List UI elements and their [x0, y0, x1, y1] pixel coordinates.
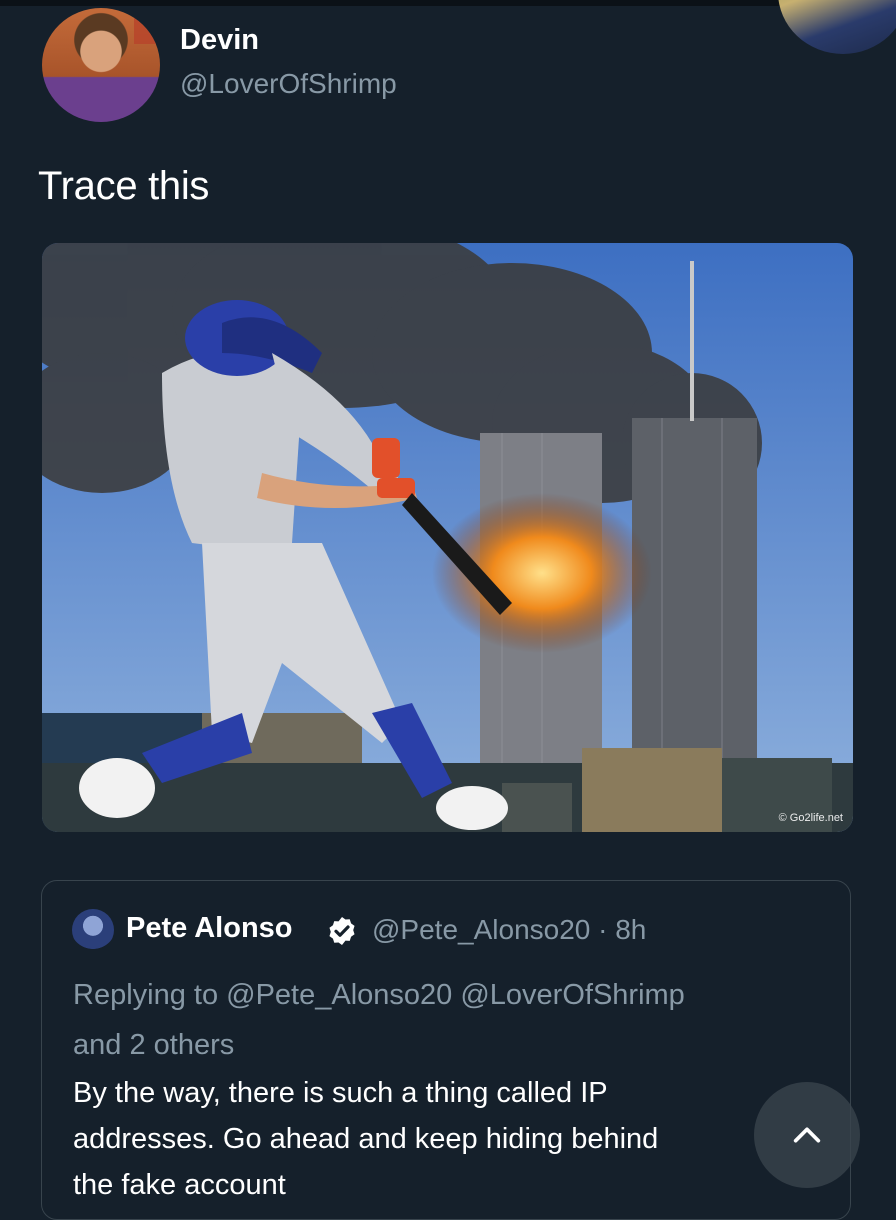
quoted-author-handle-time[interactable]: @Pete_Alonso20 · 8h [372, 914, 646, 946]
image-watermark: © Go2life.net [778, 812, 843, 824]
scroll-to-top-button[interactable] [754, 1082, 860, 1188]
quoted-body-line-2: addresses. Go ahead and keep hiding behi… [73, 1123, 659, 1155]
tweet-text: Trace this [38, 164, 210, 208]
top-edge [0, 0, 896, 6]
verified-badge-icon [329, 917, 355, 945]
tweet-media-image[interactable]: © Go2life.net [42, 243, 853, 832]
chevron-up-icon [793, 1127, 821, 1143]
replying-to-line-2[interactable]: and 2 others [73, 1020, 813, 1070]
quoted-author-name[interactable]: Pete Alonso [126, 912, 293, 945]
replying-to-line-1[interactable]: Replying to @Pete_Alonso20 @LoverOfShrim… [73, 970, 813, 1020]
quoted-author-avatar[interactable] [72, 909, 114, 951]
author-avatar[interactable] [42, 8, 160, 122]
author-handle[interactable]: @LoverOfShrimp [180, 68, 397, 100]
author-display-name[interactable]: Devin [180, 24, 259, 57]
replying-to-text: Replying to @Pete_Alonso20 @LoverOfShrim… [73, 970, 813, 1070]
avatar-background-detail [134, 16, 156, 44]
media-illustration [42, 243, 853, 832]
partial-avatar-top-right[interactable] [778, 0, 896, 54]
quoted-body-line-3: the fake account [73, 1169, 286, 1201]
quoted-tweet-body: By the way, there is such a thing called… [73, 1070, 833, 1208]
quoted-body-line-1: By the way, there is such a thing called… [73, 1077, 608, 1109]
antenna [690, 261, 694, 421]
